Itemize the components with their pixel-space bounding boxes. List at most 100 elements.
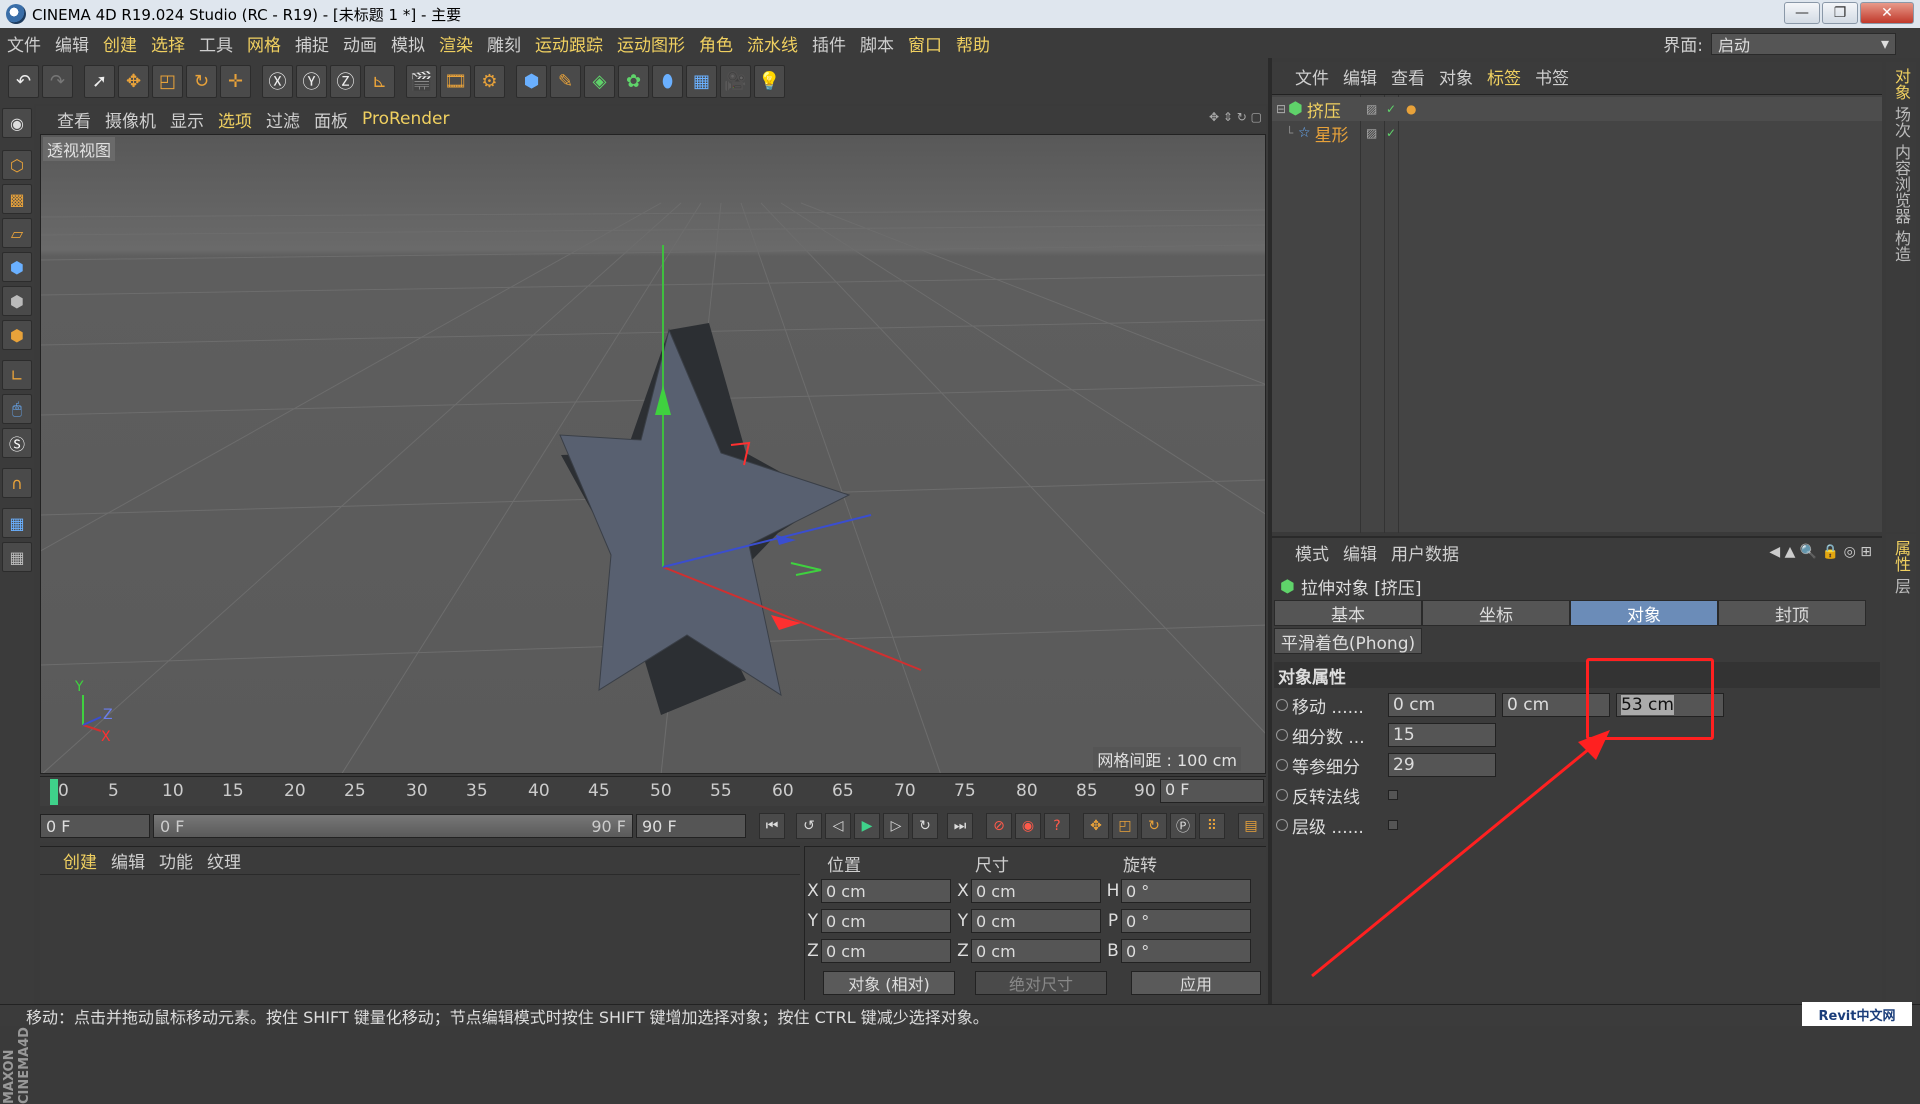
interface-select[interactable]: 启动 ▾ — [1711, 33, 1896, 55]
render-view-icon[interactable]: 🎬 — [406, 65, 437, 98]
menu-create[interactable]: 创建 — [96, 31, 144, 56]
key-scale-icon[interactable]: ◰ — [1112, 813, 1138, 839]
last-tool-icon[interactable]: ✛ — [220, 65, 251, 98]
menu-window[interactable]: 窗口 — [901, 31, 949, 56]
animate-radio-icon[interactable] — [1276, 759, 1288, 771]
object-name[interactable]: 挤压 — [1307, 97, 1341, 122]
animate-radio-icon[interactable] — [1276, 699, 1288, 711]
menu-render[interactable]: 渲染 — [432, 31, 480, 56]
coord-mode-dropdown[interactable]: 对象 (相对) — [823, 971, 955, 995]
playhead-handle[interactable] — [50, 779, 58, 805]
size-z-field[interactable]: 0 cm — [971, 939, 1101, 963]
menu-help[interactable]: 帮助 — [949, 31, 997, 56]
obj-menu-file[interactable]: 文件 — [1288, 64, 1336, 89]
play-icon[interactable]: ▶ — [854, 813, 880, 839]
end-frame-field[interactable]: 90 F — [636, 814, 746, 838]
z-axis-lock-icon[interactable]: Ⓩ — [330, 65, 361, 98]
perspective-viewport[interactable]: Y X Z 透视视图 网格间距 : 100 cm — [40, 134, 1266, 774]
pos-y-field[interactable]: 0 cm — [821, 909, 951, 933]
select-cursor-icon[interactable]: ➚ — [84, 65, 115, 98]
scale-tool-icon[interactable]: ◰ — [152, 65, 183, 98]
next-key-icon[interactable]: ↻ — [912, 813, 938, 839]
previous-key-icon[interactable]: ↺ — [796, 813, 822, 839]
x-axis-lock-icon[interactable]: Ⓧ — [262, 65, 293, 98]
move-tool-icon[interactable]: ✥ — [118, 65, 149, 98]
menu-sculpt[interactable]: 雕刻 — [480, 31, 528, 56]
camera-icon[interactable]: 🎥 — [720, 65, 751, 98]
menu-select[interactable]: 选择 — [144, 31, 192, 56]
cloner-icon[interactable]: ✿ — [618, 65, 649, 98]
rot-h-field[interactable]: 0 ° — [1121, 879, 1251, 903]
phong-tag-icon[interactable]: ● — [1406, 102, 1416, 116]
tab-coordinates[interactable]: 坐标 — [1422, 600, 1570, 626]
animate-radio-icon[interactable] — [1276, 819, 1288, 831]
timeline-ruler[interactable]: 0 5 10 15 20 25 30 35 40 45 50 55 60 65 … — [40, 776, 1266, 806]
visibility-icon[interactable]: ▨ — [1366, 102, 1377, 116]
attr-menu-edit[interactable]: 编辑 — [1336, 540, 1384, 565]
move-x-field[interactable]: 0 cm — [1388, 693, 1496, 717]
obj-menu-view[interactable]: 查看 — [1384, 64, 1432, 89]
menu-edit[interactable]: 编辑 — [48, 31, 96, 56]
viewport-nav-icon[interactable]: ✥ ⇕ ↻ ▢ — [1209, 110, 1262, 124]
star-object[interactable] — [560, 323, 849, 715]
vp-menu-panel[interactable]: 面板 — [307, 107, 355, 132]
vp-menu-options[interactable]: 选项 — [211, 107, 259, 132]
menu-simulate[interactable]: 模拟 — [384, 31, 432, 56]
rot-p-field[interactable]: 0 ° — [1121, 909, 1251, 933]
object-name[interactable]: 星形 — [1315, 121, 1349, 146]
menu-tools[interactable]: 工具 — [192, 31, 240, 56]
obj-menu-tags[interactable]: 标签 — [1480, 64, 1528, 89]
key-points-icon[interactable]: ⠿ — [1199, 813, 1225, 839]
frame-range-slider[interactable]: 0 F 90 F — [153, 814, 633, 838]
workplane-grid-icon[interactable]: ▦ — [2, 542, 32, 572]
tab-object[interactable]: 对象 — [1570, 600, 1718, 626]
points-mode-icon[interactable]: ⬢ — [2, 252, 32, 282]
solo-mode-icon[interactable]: Ⓢ — [2, 428, 32, 458]
autokey-icon[interactable]: ◉ — [1015, 813, 1041, 839]
workplane-lock-icon[interactable]: ▦ — [2, 508, 32, 538]
go-to-end-icon[interactable]: ⏭ — [947, 813, 973, 839]
render-picture-viewer-icon[interactable]: 🎞 — [440, 65, 471, 98]
size-x-field[interactable]: 0 cm — [971, 879, 1101, 903]
menu-animate[interactable]: 动画 — [336, 31, 384, 56]
key-rotation-icon[interactable]: ↻ — [1141, 813, 1167, 839]
restore-button[interactable]: ❐ — [1822, 2, 1858, 24]
size-y-field[interactable]: 0 cm — [971, 909, 1101, 933]
expand-icon[interactable]: ⊟ — [1276, 102, 1288, 116]
key-parameter-icon[interactable]: Ⓟ — [1170, 813, 1196, 839]
menu-pipeline[interactable]: 流水线 — [740, 31, 805, 56]
size-mode-dropdown[interactable]: 绝对尺寸 — [975, 971, 1107, 995]
obj-menu-edit[interactable]: 编辑 — [1336, 64, 1384, 89]
next-frame-icon[interactable]: ▷ — [883, 813, 909, 839]
vp-menu-view[interactable]: 查看 — [50, 107, 98, 132]
obj-menu-bookmarks[interactable]: 书签 — [1528, 64, 1576, 89]
minimize-button[interactable]: — — [1784, 2, 1820, 24]
enabled-check-icon[interactable]: ✓ — [1386, 126, 1396, 140]
object-row-star[interactable]: └ ☆ 星形 ▨ ✓ — [1272, 121, 1882, 145]
tab-takes[interactable]: 场次 — [1889, 106, 1913, 138]
floor-scene-icon[interactable]: ▦ — [686, 65, 717, 98]
vp-menu-display[interactable]: 显示 — [163, 107, 211, 132]
close-button[interactable]: ✕ — [1860, 2, 1914, 24]
menu-file[interactable]: 文件 — [0, 31, 48, 56]
animate-radio-icon[interactable] — [1276, 789, 1288, 801]
make-editable-icon[interactable]: ◉ — [2, 108, 32, 138]
attr-menu-userdata[interactable]: 用户数据 — [1384, 540, 1466, 565]
workplane-mode-icon[interactable]: ▱ — [2, 218, 32, 248]
record-keys-icon[interactable]: ⊘ — [986, 813, 1012, 839]
undo-icon[interactable]: ↶ — [8, 65, 39, 98]
tab-objects[interactable]: 对象 — [1889, 68, 1913, 100]
visibility-icon[interactable]: ▨ — [1366, 126, 1377, 140]
pos-x-field[interactable]: 0 cm — [821, 879, 951, 903]
obj-menu-object[interactable]: 对象 — [1432, 64, 1480, 89]
rotate-tool-icon[interactable]: ↻ — [186, 65, 217, 98]
deformer-icon[interactable]: ⬮ — [652, 65, 683, 98]
mat-menu-texture[interactable]: 纹理 — [200, 848, 248, 873]
menu-mograph[interactable]: 运动图形 — [610, 31, 692, 56]
tab-attributes[interactable]: 属性 — [1889, 540, 1913, 572]
attr-menu-mode[interactable]: 模式 — [1288, 540, 1336, 565]
object-row-extrude[interactable]: ⊟ ⬢ 挤压 ▨ ✓ ● — [1272, 97, 1882, 121]
tab-structure[interactable]: 构造 — [1889, 230, 1913, 262]
polygons-mode-icon[interactable]: ⬢ — [2, 320, 32, 350]
enabled-check-icon[interactable]: ✓ — [1386, 102, 1396, 116]
